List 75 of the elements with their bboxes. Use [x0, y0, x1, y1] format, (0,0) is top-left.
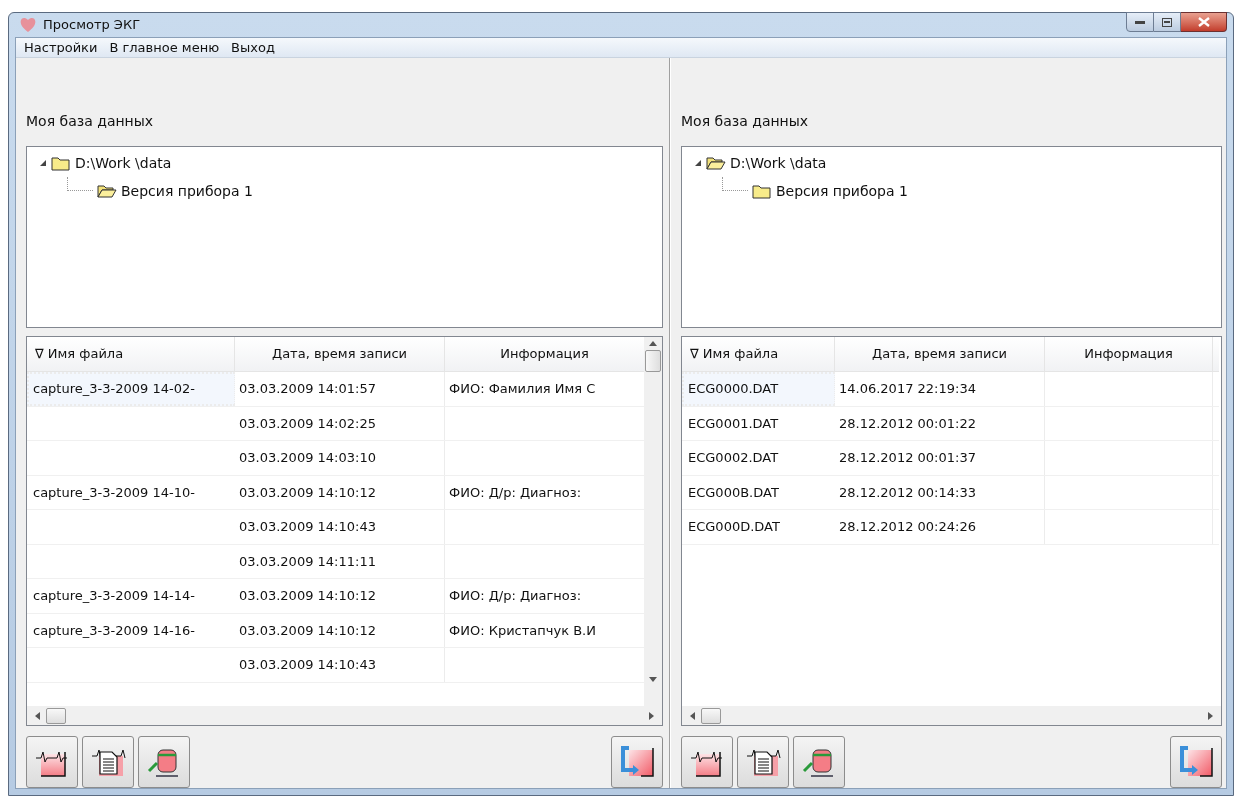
- table-cell-text: ECG0000.DAT: [687, 380, 780, 398]
- minimize-icon: [1135, 20, 1145, 24]
- table-cell-text: ФИО: Кристапчук В.И: [448, 621, 597, 640]
- scroll-right-icon[interactable]: [1208, 711, 1213, 720]
- maximize-icon: [1162, 17, 1172, 27]
- tree-item[interactable]: Версия прибора 1: [776, 180, 908, 202]
- tree-item[interactable]: D:\Work \data: [75, 152, 172, 174]
- table-cell-text: ECG000B.DAT: [687, 483, 780, 502]
- scroll-left-icon[interactable]: [690, 711, 695, 720]
- table-cell-text: 03.03.2009 14:10:12: [238, 483, 377, 502]
- table-cell-text: capture_3-3-2009 14-02-: [32, 380, 196, 398]
- window-title: Просмотр ЭКГ: [43, 16, 141, 35]
- table-cell-text: 03.03.2009 14:10:12: [238, 621, 377, 640]
- expand-triangle-icon[interactable]: [39, 159, 47, 167]
- toolbar-button[interactable]: [26, 736, 78, 788]
- minimize-button[interactable]: [1126, 12, 1154, 32]
- heart-icon: [19, 17, 37, 33]
- toolbar-button[interactable]: [737, 736, 789, 788]
- column-header[interactable]: ∇ Имя файла: [682, 337, 835, 371]
- section-label: Моя база данных: [26, 112, 154, 131]
- table-cell-text: capture_3-3-2009 14-16-: [32, 621, 196, 640]
- close-button[interactable]: [1181, 12, 1227, 32]
- toolbar-button[interactable]: [138, 736, 190, 788]
- table-cell-text: 03.03.2009 14:02:25: [238, 414, 377, 433]
- table-cell-text: 03.03.2009 14:03:10: [238, 449, 377, 467]
- table-cell-text: 03.03.2009 14:10:43: [238, 518, 377, 536]
- toolbar-button[interactable]: [1170, 736, 1222, 788]
- table-cell-text: 28.12.2012 00:24:26: [838, 518, 977, 536]
- toolbar-button[interactable]: [793, 736, 845, 788]
- table-cell-text: ECG0002.DAT: [687, 449, 780, 467]
- table-cell-text: 28.12.2012 00:01:37: [838, 449, 977, 467]
- open-folder-icon: [97, 183, 117, 199]
- tree-item[interactable]: D:\Work \data: [730, 152, 827, 174]
- table-cell-text: capture_3-3-2009 14-10-: [32, 483, 196, 502]
- scroll-down-icon[interactable]: [649, 677, 657, 682]
- column-header[interactable]: ∇ Имя файла: [27, 337, 235, 371]
- table-cell-text: 28.12.2012 00:01:22: [838, 414, 977, 433]
- table-cell-text: 03.03.2009 14:10:12: [238, 587, 377, 605]
- table-cell-text: 03.03.2009 14:11:11: [238, 552, 377, 571]
- column-header[interactable]: Информация: [1045, 337, 1213, 371]
- menu-item[interactable]: В главное меню: [105, 37, 224, 58]
- table-cell-text: 14.06.2017 22:19:34: [838, 380, 977, 398]
- folder-icon: [51, 155, 71, 171]
- menu-item[interactable]: Настройки: [20, 37, 102, 58]
- scroll-thumb[interactable]: [46, 707, 66, 724]
- column-header[interactable]: Дата, время записи: [835, 337, 1045, 371]
- toolbar-button[interactable]: [82, 736, 134, 788]
- maximize-button[interactable]: [1154, 12, 1181, 32]
- section-label: Моя база данных: [681, 112, 809, 131]
- menu-item[interactable]: Выход: [227, 37, 279, 58]
- table-cell-text: 28.12.2012 00:14:33: [838, 483, 977, 502]
- table-cell-text: 03.03.2009 14:01:57: [238, 380, 377, 398]
- scroll-thumb[interactable]: [645, 350, 661, 372]
- scroll-thumb[interactable]: [701, 707, 721, 724]
- toolbar-button[interactable]: [611, 736, 663, 788]
- table-cell-text: ECG0001.DAT: [687, 414, 780, 433]
- table-cell-text: ФИО: Д/р: Диагноз:: [448, 483, 583, 502]
- table-cell-text: capture_3-3-2009 14-14-: [32, 587, 196, 605]
- close-icon: [1197, 17, 1210, 27]
- horizontal-scrollbar[interactable]: [682, 706, 1221, 725]
- table-cell-text: 03.03.2009 14:10:43: [238, 656, 377, 674]
- folder-icon: [752, 183, 772, 199]
- column-header[interactable]: Дата, время записи: [235, 337, 445, 371]
- table-cell-text: ФИО: Д/р: Диагноз:: [448, 587, 583, 605]
- toolbar-button[interactable]: [681, 736, 733, 788]
- scroll-up-icon[interactable]: [649, 341, 657, 346]
- vertical-scrollbar[interactable]: [644, 337, 662, 706]
- scroll-right-icon[interactable]: [649, 711, 654, 720]
- scroll-left-icon[interactable]: [35, 711, 40, 720]
- horizontal-scrollbar[interactable]: [27, 706, 662, 725]
- expand-triangle-icon[interactable]: [694, 159, 702, 167]
- tree-item[interactable]: Версия прибора 1: [121, 180, 253, 202]
- table-cell-text: ECG000D.DAT: [687, 518, 781, 536]
- table-cell-text: ФИО: Фамилия Имя С: [448, 380, 597, 398]
- open-folder-icon: [706, 155, 726, 171]
